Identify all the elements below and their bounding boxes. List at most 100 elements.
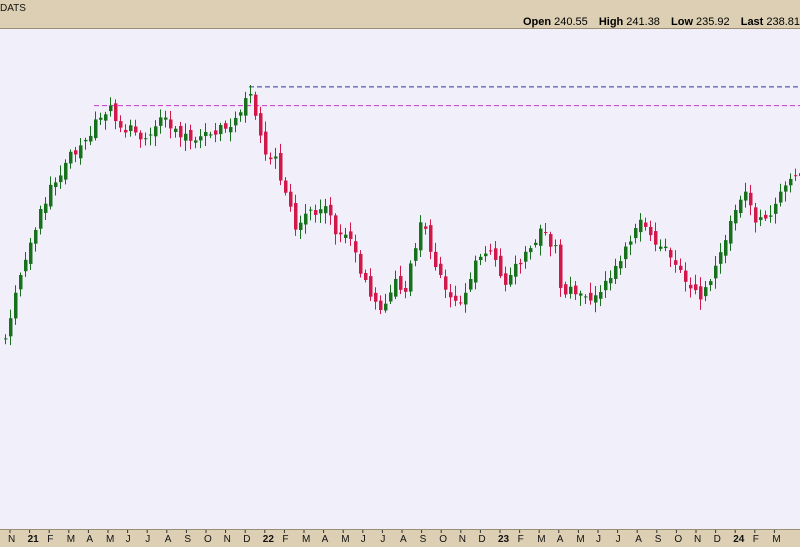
candle (694, 274, 698, 295)
candle (9, 309, 13, 346)
candle (104, 111, 108, 130)
candle (449, 284, 453, 308)
x-tick-label: 22 (263, 534, 275, 545)
candle (494, 240, 498, 267)
candle (289, 183, 293, 212)
candle (654, 222, 658, 252)
candle (579, 290, 583, 306)
candle (704, 281, 708, 302)
x-tick-label: J (145, 534, 150, 545)
candle (724, 234, 728, 264)
candle (634, 223, 638, 244)
x-tick-label: D (243, 534, 250, 545)
candle (279, 143, 283, 186)
candle (309, 206, 313, 221)
candle (214, 123, 218, 143)
candle (89, 126, 93, 146)
candle (74, 146, 78, 163)
candle (644, 217, 648, 231)
x-tick-label: A (635, 534, 642, 545)
x-tick-label: S (420, 534, 427, 545)
price-plot[interactable] (0, 29, 800, 529)
candle (134, 119, 138, 136)
x-tick-label: O (674, 534, 682, 545)
candle (234, 111, 238, 133)
candle (529, 245, 533, 260)
high-value: 241.38 (626, 16, 660, 28)
x-tick-label: F (282, 534, 288, 545)
x-axis: N 21 F M A M J J A S O N D 22 F M A M J J A S O N D 23 F M A M J J A S O N D… (0, 529, 800, 547)
candle (319, 199, 323, 223)
high-label: High (598, 16, 624, 28)
x-tick-label: A (557, 534, 564, 545)
ticker-symbol: DATS (0, 3, 26, 14)
candle (454, 285, 458, 307)
candle (14, 285, 18, 325)
candle (99, 112, 103, 126)
candle (794, 168, 798, 182)
x-tick-label: N (224, 534, 231, 545)
candle (564, 281, 568, 298)
x-tick-label: 24 (733, 534, 745, 545)
candle (609, 270, 613, 291)
x-tick-label: J (126, 534, 131, 545)
candle (439, 256, 443, 279)
candle (24, 252, 28, 277)
candle (519, 258, 523, 274)
candle (124, 124, 128, 138)
candle (459, 295, 463, 306)
candle (209, 131, 213, 139)
candle (599, 285, 603, 307)
candle (34, 227, 38, 252)
candle (739, 195, 743, 218)
candle (249, 85, 253, 104)
candle (44, 197, 48, 221)
candle (284, 177, 288, 196)
open-value: 240.55 (554, 16, 588, 28)
candle (474, 255, 478, 290)
candle (754, 202, 758, 233)
candle (469, 272, 473, 292)
candle (204, 123, 208, 147)
x-tick-label: D (714, 534, 721, 545)
open-label: Open (522, 16, 552, 28)
candle (659, 239, 663, 252)
candle (84, 137, 88, 150)
candle (64, 159, 68, 185)
candle (174, 126, 178, 138)
candle (479, 253, 483, 266)
candle (569, 276, 573, 299)
candle (399, 265, 403, 295)
last-label: Last (740, 16, 764, 28)
candle (614, 258, 618, 284)
candle (679, 258, 683, 274)
candle (734, 204, 738, 231)
candle (39, 205, 43, 235)
candle (194, 136, 198, 149)
candle (649, 220, 653, 242)
candle (19, 272, 23, 297)
candle (244, 91, 248, 123)
x-tick-label: 23 (498, 534, 510, 545)
candle (509, 267, 513, 287)
candle (689, 277, 693, 298)
candle (139, 130, 143, 148)
candle (159, 109, 163, 134)
x-tick-label: A (400, 534, 407, 545)
x-tick-label: M (106, 534, 114, 545)
candle (334, 213, 338, 245)
x-tick-label: J (596, 534, 601, 545)
candle (549, 231, 553, 257)
candle (429, 219, 433, 260)
candle (339, 224, 343, 243)
candle (79, 138, 83, 165)
candle (199, 129, 203, 149)
candle (514, 255, 518, 285)
x-tick-label: F (518, 534, 524, 545)
candle (419, 215, 423, 258)
candle (774, 197, 778, 224)
candle (464, 283, 468, 313)
candle (349, 222, 353, 246)
candle (719, 243, 723, 274)
candle (584, 294, 588, 305)
